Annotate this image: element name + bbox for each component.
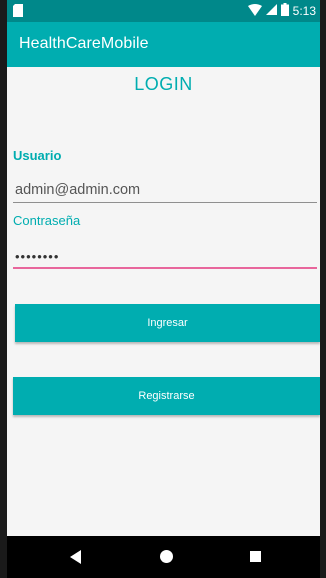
login-button[interactable]: Ingresar — [15, 304, 320, 342]
password-input[interactable] — [13, 245, 317, 269]
phone-screen: 5:13 HealthCareMobile LOGIN Usuario Cont… — [7, 0, 320, 578]
password-label: Contraseña — [13, 213, 81, 228]
user-label: Usuario — [13, 148, 62, 163]
navigation-bar — [7, 536, 320, 578]
status-icons: 5:13 — [247, 3, 316, 19]
sim-card-icon — [13, 4, 23, 17]
login-title: LOGIN — [134, 74, 193, 94]
battery-icon — [280, 3, 289, 19]
app-bar: HealthCareMobile — [7, 22, 320, 67]
home-icon[interactable] — [160, 550, 173, 563]
recents-icon[interactable] — [250, 551, 261, 562]
back-icon[interactable] — [70, 550, 81, 564]
wifi-icon — [247, 3, 262, 19]
app-title: HealthCareMobile — [19, 35, 149, 52]
register-button[interactable]: Registrarse — [13, 377, 320, 415]
clock: 5:13 — [292, 4, 316, 18]
status-bar: 5:13 — [7, 0, 320, 22]
user-input[interactable] — [13, 177, 317, 203]
signal-icon — [265, 4, 277, 18]
